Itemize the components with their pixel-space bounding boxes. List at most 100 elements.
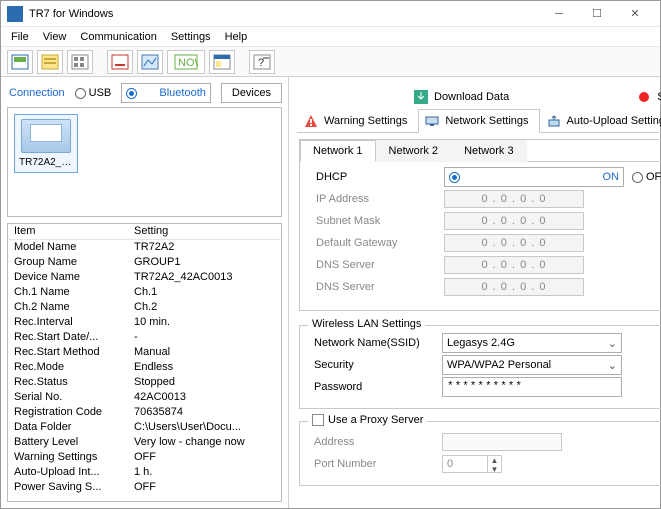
col-item[interactable]: Item (8, 224, 128, 239)
col-setting[interactable]: Setting (128, 224, 281, 239)
toolbar-btn-3[interactable] (67, 50, 93, 74)
proxy-checkbox[interactable] (312, 414, 324, 426)
proxy-address-label: Address (314, 436, 434, 448)
menu-file[interactable]: File (5, 29, 35, 45)
menu-view[interactable]: View (37, 29, 73, 45)
subtab-network3[interactable]: Network 3 (451, 140, 527, 162)
prop-key: Group Name (8, 254, 128, 269)
prop-key: Power Saving S... (8, 479, 128, 494)
table-row[interactable]: Serial No.42AC0013 (8, 389, 281, 404)
prop-value: C:\Users\User\Docu... (128, 419, 281, 434)
prop-key: Ch.1 Name (8, 284, 128, 299)
prop-value: 1 h. (128, 464, 281, 479)
proxy-legend[interactable]: Use a Proxy Server (308, 414, 427, 426)
devices-button[interactable]: Devices (221, 83, 282, 103)
maximize-button[interactable]: ☐ (578, 3, 616, 25)
dhcp-off-radio[interactable]: OFF (632, 171, 661, 183)
main-area: Connection USB Bluetooth Devices TR72A2_… (1, 77, 660, 508)
minimize-button[interactable]: ─ (540, 3, 578, 25)
table-row[interactable]: Warning SettingsOFF (8, 449, 281, 464)
radio-bluetooth[interactable]: Bluetooth (121, 83, 211, 103)
device-card[interactable]: TR72A2_42AC... (14, 114, 78, 173)
table-row[interactable]: Rec.Start MethodManual (8, 344, 281, 359)
window-title: TR7 for Windows (29, 8, 540, 20)
table-row[interactable]: Battery LevelVery low - change now (8, 434, 281, 449)
radio-usb[interactable]: USB (75, 87, 112, 99)
menubar: File View Communication Settings Help (1, 27, 660, 47)
close-button[interactable]: ✕ (616, 3, 654, 25)
ssid-select[interactable]: Legasys 2.4G⌄ (442, 333, 622, 353)
toolbar-btn-now[interactable]: NOW (167, 50, 205, 74)
table-row[interactable]: Power Saving S...OFF (8, 479, 281, 494)
table-row[interactable]: Group NameGROUP1 (8, 254, 281, 269)
spin-down-icon: ▼ (488, 465, 501, 474)
dns2-label: DNS Server (316, 281, 436, 293)
password-field[interactable]: ********** (442, 377, 622, 397)
prop-value: Ch.2 (128, 299, 281, 314)
gateway-label: Default Gateway (316, 237, 436, 249)
subtab-network1[interactable]: Network 1 (300, 140, 376, 162)
table-row[interactable]: Ch.2 NameCh.2 (8, 299, 281, 314)
menu-settings[interactable]: Settings (165, 29, 217, 45)
table-row[interactable]: Rec.ModeEndless (8, 359, 281, 374)
toolbar-btn-help[interactable]: ? (249, 50, 275, 74)
ip-field: 0 . 0 . 0 . 0 (444, 190, 584, 208)
prop-key: Rec.Status (8, 374, 128, 389)
menu-communication[interactable]: Communication (74, 29, 162, 45)
prop-key: Serial No. (8, 389, 128, 404)
device-name-label: TR72A2_42AC... (19, 157, 73, 168)
prop-value: TR72A2_42AC0013 (128, 269, 281, 284)
toolbar: NOW ? (1, 47, 660, 77)
prop-value: 70635874 (128, 404, 281, 419)
toolbar-btn-1[interactable] (7, 50, 33, 74)
right-panel: Download Data Start Recording Warning Se… (289, 77, 661, 508)
prop-key: Data Folder (8, 419, 128, 434)
table-row[interactable]: Rec.Interval10 min. (8, 314, 281, 329)
table-row[interactable]: Ch.1 NameCh.1 (8, 284, 281, 299)
menu-help[interactable]: Help (219, 29, 254, 45)
wlan-group: Wireless LAN Settings Network Name(SSID)… (299, 325, 661, 409)
table-row[interactable]: Rec.StatusStopped (8, 374, 281, 389)
table-row[interactable]: Rec.Start Date/...- (8, 329, 281, 344)
table-row[interactable]: Data FolderC:\Users\User\Docu... (8, 419, 281, 434)
table-row[interactable]: Device NameTR72A2_42AC0013 (8, 269, 281, 284)
toolbar-btn-4[interactable] (107, 50, 133, 74)
table-row[interactable]: Registration Code70635874 (8, 404, 281, 419)
proxy-port-spinner: 0 ▲▼ (442, 455, 502, 473)
top-tabs-row2: Warning Settings Network Settings Auto-U… (297, 105, 661, 133)
dns1-field: 0 . 0 . 0 . 0 (444, 256, 584, 274)
device-list[interactable]: TR72A2_42AC... (7, 107, 282, 217)
prop-value: Stopped (128, 374, 281, 389)
prop-key: Auto-Upload Int... (8, 464, 128, 479)
tab-network-settings[interactable]: Network Settings (418, 109, 539, 133)
dhcp-form: DHCP ON OFF IP Address0 . 0 . 0 . 0 Subn… (300, 162, 661, 300)
tab-auto-upload[interactable]: Auto-Upload Settings (540, 109, 661, 133)
tab-download-data[interactable]: Download Data (407, 85, 520, 109)
chevron-down-icon: ⌄ (608, 337, 617, 350)
dns2-field: 0 . 0 . 0 . 0 (444, 278, 584, 296)
property-table[interactable]: Item Setting Model NameTR72A2Group NameG… (7, 223, 282, 502)
prop-key: Device Name (8, 269, 128, 284)
prop-value: Manual (128, 344, 281, 359)
ssid-label: Network Name(SSID) (314, 337, 434, 349)
spin-up-icon: ▲ (488, 456, 501, 465)
proxy-group: Use a Proxy Server Address Port Number 0… (299, 421, 661, 486)
dhcp-on-radio[interactable]: ON (444, 167, 624, 187)
prop-value: OFF (128, 479, 281, 494)
tab-start-recording[interactable]: Start Recording (630, 85, 661, 109)
toolbar-btn-2[interactable] (37, 50, 63, 74)
security-select[interactable]: WPA/WPA2 Personal⌄ (442, 355, 622, 375)
toolbar-btn-7[interactable] (209, 50, 235, 74)
toolbar-btn-5[interactable] (137, 50, 163, 74)
subtab-network2[interactable]: Network 2 (376, 140, 452, 162)
prop-value: Endless (128, 359, 281, 374)
prop-key: Rec.Interval (8, 314, 128, 329)
left-panel: Connection USB Bluetooth Devices TR72A2_… (1, 77, 289, 508)
table-row[interactable]: Auto-Upload Int...1 h. (8, 464, 281, 479)
prop-value: TR72A2 (128, 239, 281, 254)
dhcp-label: DHCP (316, 171, 436, 183)
tab-warning-settings[interactable]: Warning Settings (297, 109, 418, 133)
dns1-label: DNS Server (316, 259, 436, 271)
prop-value: Ch.1 (128, 284, 281, 299)
table-row[interactable]: Model NameTR72A2 (8, 239, 281, 254)
